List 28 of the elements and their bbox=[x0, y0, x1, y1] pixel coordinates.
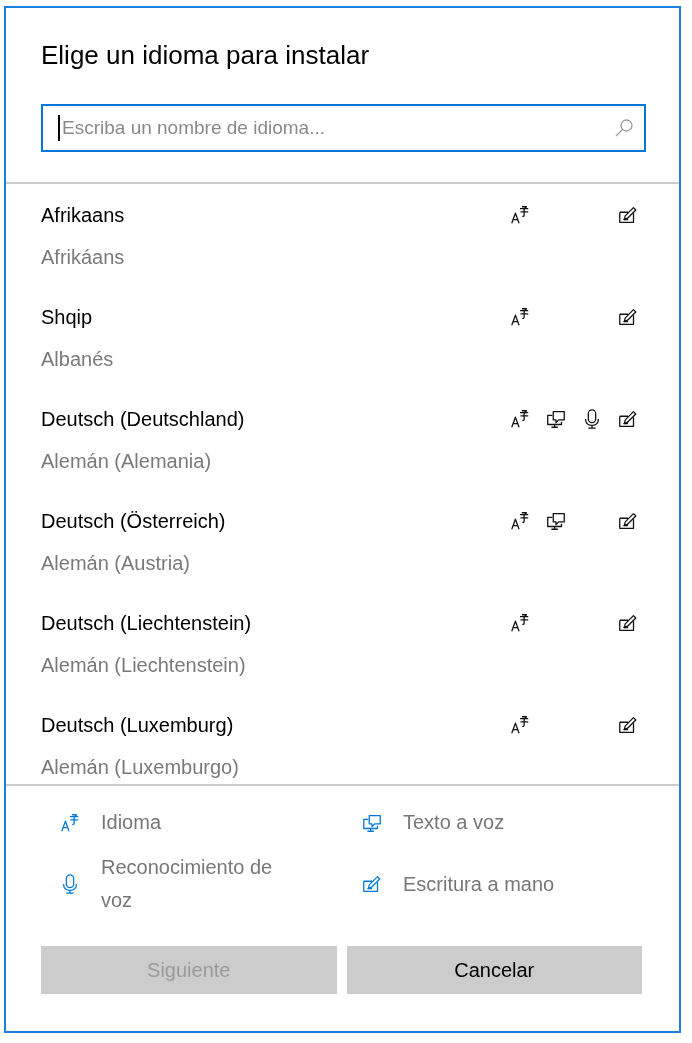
language-row[interactable]: Shqip Albanés bbox=[6, 286, 679, 388]
language-name[interactable]: Shqip bbox=[41, 304, 93, 330]
language-row[interactable]: Deutsch (Liechtenstein) Alemán (Liechtenstein) bbox=[6, 592, 679, 694]
language-localized-name: Alemán (Austria) bbox=[41, 551, 190, 576]
search-field[interactable]: Escriba un nombre de idioma... bbox=[41, 104, 646, 152]
pen-icon bbox=[361, 873, 383, 895]
language-row[interactable]: Afrikaans Afrikáans bbox=[6, 184, 679, 286]
language-name[interactable]: Deutsch (Luxemburg) bbox=[41, 712, 234, 738]
language-localized-name: Alemán (Luxemburgo) bbox=[41, 755, 239, 780]
dialog-title: Elige un idioma para instalar bbox=[41, 39, 371, 71]
language-row[interactable]: Deutsch (Österreich) Alemán (Austria) bbox=[6, 490, 679, 592]
language-row[interactable]: Deutsch (Deutschland) Alemán (Alemania) bbox=[6, 388, 679, 490]
search-icon bbox=[614, 118, 634, 138]
language-localized-name: Alemán (Alemania) bbox=[41, 449, 212, 474]
legend-label: Texto a voz bbox=[403, 810, 505, 835]
language-name[interactable]: Deutsch (Deutschland) bbox=[41, 406, 245, 432]
language-localized-name: Afrikáans bbox=[41, 245, 125, 270]
language-name[interactable]: Deutsch (Österreich) bbox=[41, 508, 226, 534]
language-row[interactable]: Deutsch (Luxemburg) Alemán (Luxemburgo) bbox=[6, 694, 679, 784]
translate-icon bbox=[59, 811, 81, 834]
legend-label: Escritura a mano bbox=[403, 871, 555, 897]
language-localized-name: Alemán (Liechtenstein) bbox=[41, 653, 246, 678]
cancel-button[interactable]: Cancelar bbox=[346, 946, 642, 994]
language-name[interactable]: Deutsch (Liechtenstein) bbox=[41, 610, 252, 636]
legend-label: Reconocimiento de voz bbox=[101, 855, 274, 913]
language-localized-name: Albanés bbox=[41, 347, 114, 372]
legend-label: Idioma bbox=[101, 810, 162, 835]
language-name[interactable]: Afrikaans bbox=[41, 202, 125, 228]
